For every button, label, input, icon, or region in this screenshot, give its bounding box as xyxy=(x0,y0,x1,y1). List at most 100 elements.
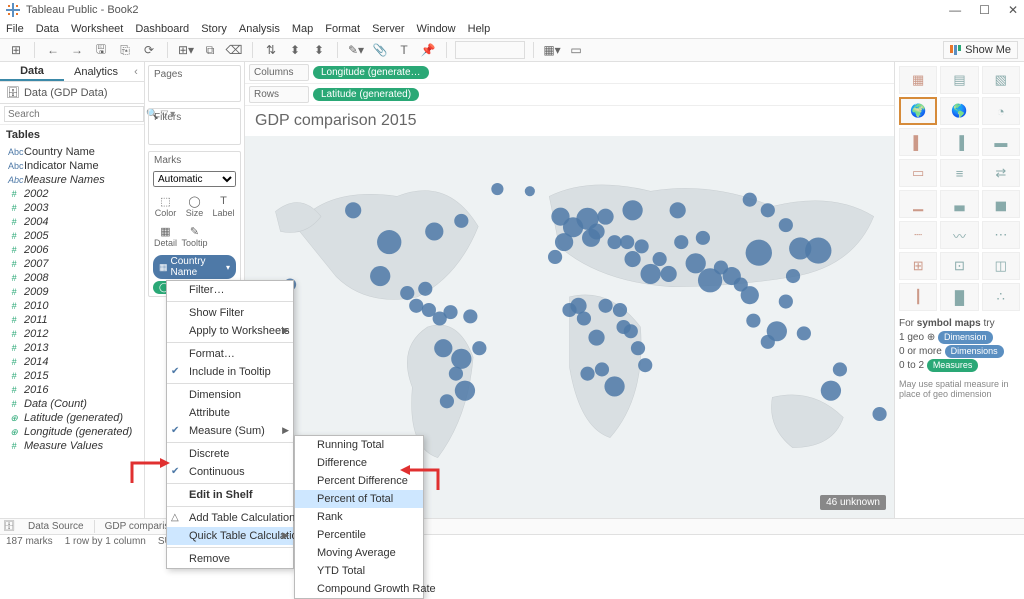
presentation-button[interactable]: ▭ xyxy=(566,41,586,59)
unknown-values-badge[interactable]: 46 unknown xyxy=(820,495,886,510)
showme-chart-type-18[interactable]: ⊞ xyxy=(899,252,937,280)
field-2012[interactable]: #2012 xyxy=(0,327,144,341)
map-mark[interactable] xyxy=(670,202,686,218)
showme-chart-type-0[interactable]: ▦ xyxy=(899,66,937,94)
showme-chart-type-13[interactable]: ▃ xyxy=(940,190,978,218)
map-mark[interactable] xyxy=(635,239,649,253)
field-search-input[interactable] xyxy=(4,106,144,122)
field-country-name[interactable]: AbcCountry Name xyxy=(0,145,144,159)
field-2002[interactable]: #2002 xyxy=(0,187,144,201)
map-mark[interactable] xyxy=(674,235,688,249)
map-mark[interactable] xyxy=(582,229,600,247)
map-mark[interactable] xyxy=(786,269,800,283)
ctx-filter-[interactable]: Filter… xyxy=(167,281,293,299)
map-mark[interactable] xyxy=(613,303,627,317)
pin-button[interactable]: 📌 xyxy=(418,41,438,59)
showme-chart-type-8[interactable]: ▬ xyxy=(982,128,1020,156)
map-mark[interactable] xyxy=(624,251,640,267)
ctx-include-in-tooltip[interactable]: ✔Include in Tooltip xyxy=(167,363,293,381)
field-latitude-generated-[interactable]: ⊕Latitude (generated) xyxy=(0,411,144,425)
showme-chart-type-17[interactable]: ⋯ xyxy=(982,221,1020,249)
ctx-format-[interactable]: Format… xyxy=(167,345,293,363)
ctx-discrete[interactable]: Discrete xyxy=(167,445,293,463)
tableau-logo-icon[interactable]: ⊞ xyxy=(6,41,26,59)
showme-chart-type-14[interactable]: ▅ xyxy=(982,190,1020,218)
map-mark[interactable] xyxy=(377,230,401,254)
map-mark[interactable] xyxy=(409,299,423,313)
showme-chart-type-23[interactable]: ∴ xyxy=(982,283,1020,311)
mark-size-button[interactable]: ◯Size xyxy=(181,192,208,220)
field-indicator-name[interactable]: AbcIndicator Name xyxy=(0,159,144,173)
map-mark[interactable] xyxy=(425,222,443,240)
map-mark[interactable] xyxy=(588,330,604,346)
map-mark[interactable] xyxy=(746,240,772,266)
showme-chart-type-12[interactable]: ▁ xyxy=(899,190,937,218)
showme-chart-type-4[interactable]: 🌎 xyxy=(940,97,978,125)
ctx-attribute[interactable]: Attribute xyxy=(167,404,293,422)
map-mark[interactable] xyxy=(743,193,757,207)
field-2015[interactable]: #2015 xyxy=(0,369,144,383)
map-mark[interactable] xyxy=(449,367,463,381)
menu-window[interactable]: Window xyxy=(417,23,456,35)
field-2008[interactable]: #2008 xyxy=(0,271,144,285)
field-2011[interactable]: #2011 xyxy=(0,313,144,327)
map-mark[interactable] xyxy=(595,362,609,376)
data-tab[interactable]: Data xyxy=(0,62,64,81)
showme-chart-type-11[interactable]: ⇄ xyxy=(982,159,1020,187)
rows-pill[interactable]: Latitude (generated) xyxy=(313,88,419,101)
ctx-measure-sum-[interactable]: ✔Measure (Sum)▶ xyxy=(167,422,293,440)
mark-color-button[interactable]: ⬚Color xyxy=(152,192,179,220)
menu-story[interactable]: Story xyxy=(201,23,227,35)
datasource-tab-icon[interactable]: 🗄 xyxy=(0,521,18,532)
showme-chart-type-6[interactable]: ▌ xyxy=(899,128,937,156)
menu-server[interactable]: Server xyxy=(372,23,404,35)
columns-shelf[interactable]: Columns Longitude (generate… xyxy=(245,62,894,84)
fit-dropdown[interactable] xyxy=(455,41,525,59)
map-mark[interactable] xyxy=(805,238,831,264)
qtc-ytd-total[interactable]: YTD Total xyxy=(295,562,423,580)
show-me-toggle[interactable]: Show Me xyxy=(943,41,1018,59)
map-mark[interactable] xyxy=(607,235,621,249)
field-2009[interactable]: #2009 xyxy=(0,285,144,299)
swap-button[interactable]: ⇅ xyxy=(261,41,281,59)
showme-chart-type-7[interactable]: ▐ xyxy=(940,128,978,156)
labels-button[interactable]: T xyxy=(394,41,414,59)
refresh-button[interactable]: ⟳ xyxy=(139,41,159,59)
map-mark[interactable] xyxy=(604,376,624,396)
showme-chart-type-22[interactable]: █ xyxy=(940,283,978,311)
showme-chart-type-10[interactable]: ≡ xyxy=(940,159,978,187)
field-2006[interactable]: #2006 xyxy=(0,243,144,257)
map-mark[interactable] xyxy=(597,209,613,225)
map-mark[interactable] xyxy=(779,218,793,232)
showme-chart-type-2[interactable]: ▧ xyxy=(982,66,1020,94)
showme-chart-type-3[interactable]: 🌍 xyxy=(899,97,937,125)
marks-pill-country-name[interactable]: ▦Country Name▾ xyxy=(153,255,236,279)
map-mark[interactable] xyxy=(624,324,638,338)
highlight-button[interactable]: ✎▾ xyxy=(346,41,366,59)
map-mark[interactable] xyxy=(761,335,775,349)
showme-chart-type-1[interactable]: ▤ xyxy=(940,66,978,94)
map-mark[interactable] xyxy=(451,349,471,369)
field-measure-names[interactable]: AbcMeasure Names xyxy=(0,173,144,187)
showme-chart-type-16[interactable]: 〰 xyxy=(940,221,978,249)
map-mark[interactable] xyxy=(746,314,760,328)
rows-shelf[interactable]: Rows Latitude (generated) xyxy=(245,84,894,106)
map-mark[interactable] xyxy=(562,303,576,317)
map-mark[interactable] xyxy=(797,326,811,340)
qtc-rank[interactable]: Rank xyxy=(295,508,423,526)
filters-shelf[interactable]: Filters xyxy=(148,108,241,145)
collapse-pane-icon[interactable]: ‹ xyxy=(128,62,144,81)
showme-chart-type-9[interactable]: ▭ xyxy=(899,159,937,187)
map-mark[interactable] xyxy=(472,341,486,355)
ctx-edit-in-shelf[interactable]: Edit in Shelf xyxy=(167,486,293,504)
map-mark[interactable] xyxy=(370,266,390,286)
sort-desc-button[interactable]: ⬍ xyxy=(309,41,329,59)
cards-button[interactable]: ▦▾ xyxy=(542,41,562,59)
ctx-remove[interactable]: Remove xyxy=(167,550,293,568)
qtc-running-total[interactable]: Running Total xyxy=(295,436,423,454)
map-mark[interactable] xyxy=(622,200,642,220)
map-mark[interactable] xyxy=(638,358,652,372)
map-mark[interactable] xyxy=(640,264,660,284)
new-data-button[interactable]: ⎘ xyxy=(115,41,135,59)
map-mark[interactable] xyxy=(548,250,562,264)
